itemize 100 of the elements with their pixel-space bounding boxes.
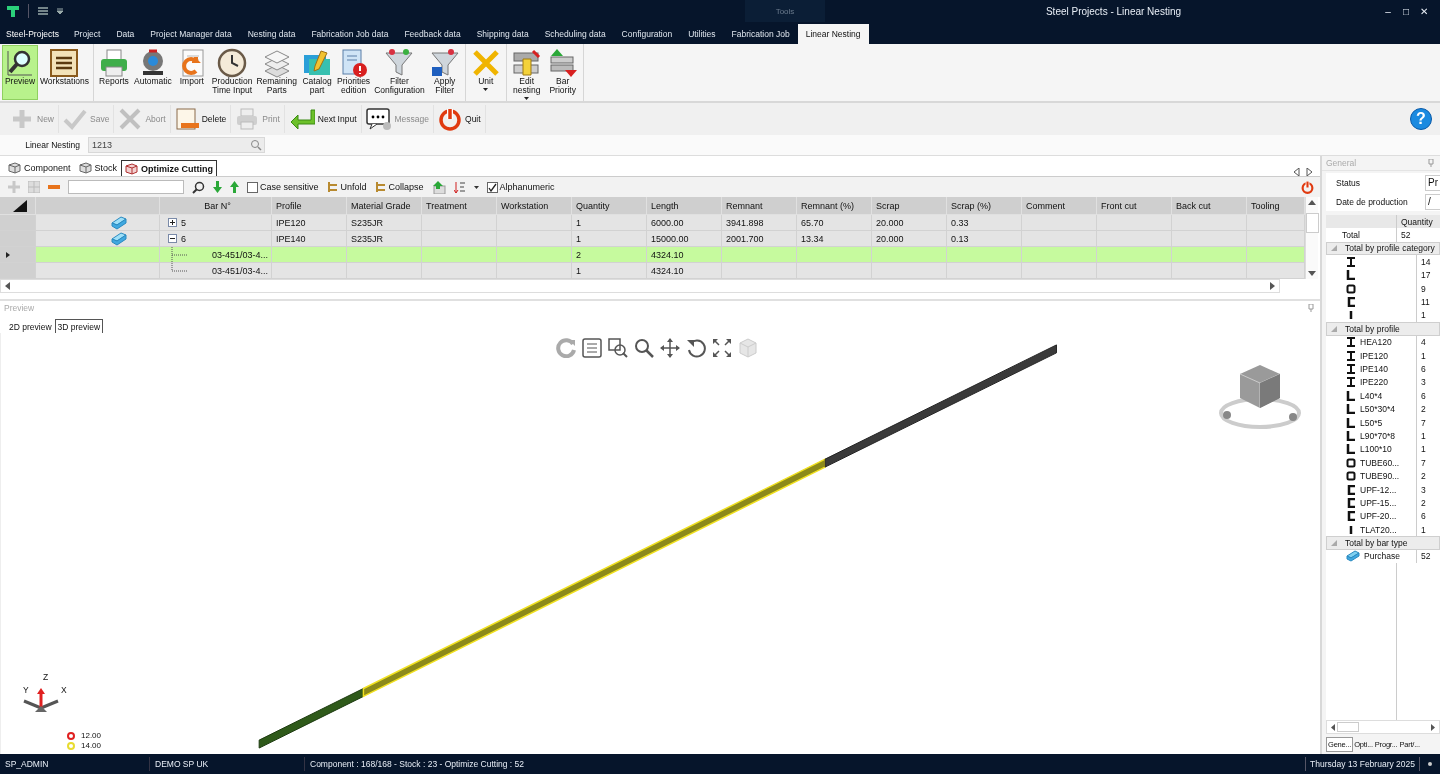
status-field[interactable]: Pr bbox=[1425, 174, 1440, 191]
panel-title: Preview bbox=[4, 303, 35, 313]
pin-icon[interactable] bbox=[1308, 304, 1314, 312]
menu-tab[interactable]: Steel-Projects bbox=[0, 24, 66, 44]
angle-icon bbox=[1346, 390, 1356, 401]
scroll-right-icon[interactable] bbox=[1431, 723, 1435, 731]
menu-tab[interactable]: Linear Nesting bbox=[797, 24, 869, 44]
ribbon-button[interactable]: Import bbox=[173, 45, 210, 100]
linear-nesting-field[interactable]: 1213 bbox=[88, 137, 265, 153]
menu-tab[interactable]: Fabrication Job bbox=[723, 24, 798, 44]
scroll-right-icon[interactable] bbox=[1270, 282, 1275, 290]
table-cell: 4324.10 bbox=[651, 249, 684, 260]
summary-value: 1 bbox=[1420, 524, 1426, 535]
ribbon-button[interactable]: Preview bbox=[2, 45, 38, 100]
expander-icon[interactable] bbox=[168, 218, 177, 227]
ribbon-button[interactable]: Unit bbox=[467, 45, 504, 100]
scroll-right-icon[interactable] bbox=[1306, 168, 1312, 176]
group-header[interactable]: Total by bar type bbox=[1326, 536, 1440, 550]
ribbon-button[interactable]: Reports bbox=[96, 45, 132, 100]
collapse-button[interactable]: Collapse bbox=[374, 181, 424, 193]
ribbon-button[interactable]: Priorities edition bbox=[335, 45, 373, 100]
ribbon-button[interactable]: Filter Configuration bbox=[372, 45, 427, 100]
vertical-scrollbar[interactable] bbox=[1305, 197, 1318, 279]
case-sensitive-checkbox[interactable]: Case sensitive bbox=[247, 181, 319, 193]
ribbon-button[interactable]: Automatic bbox=[132, 45, 174, 100]
caret-icon[interactable] bbox=[473, 185, 479, 189]
menu-tab[interactable]: Project Manager data bbox=[142, 24, 240, 44]
axis-label: Z bbox=[43, 672, 49, 682]
window-control[interactable]: ✕ bbox=[1418, 5, 1430, 17]
tab[interactable]: 2D preview bbox=[6, 319, 55, 333]
export-icon[interactable] bbox=[431, 180, 446, 194]
ribbon-button[interactable]: Workstations bbox=[38, 45, 91, 100]
customize-icon[interactable] bbox=[57, 8, 63, 14]
summary-value: 52 bbox=[1400, 230, 1411, 241]
scroll-up-icon[interactable] bbox=[1308, 200, 1316, 205]
scroll-left-icon[interactable] bbox=[1331, 723, 1335, 731]
tab[interactable]: Component bbox=[4, 160, 75, 176]
alphanumeric-checkbox[interactable]: Alphanumeric bbox=[486, 181, 555, 193]
tab[interactable]: Stock bbox=[74, 160, 122, 176]
window-control[interactable]: □ bbox=[1400, 5, 1412, 17]
search-icon[interactable] bbox=[192, 180, 205, 194]
scroll-thumb[interactable] bbox=[1337, 722, 1359, 732]
unfold-button[interactable]: Unfold bbox=[326, 181, 367, 193]
arrow-up-icon[interactable] bbox=[230, 181, 239, 193]
summary-label: L90*70*8 bbox=[1360, 430, 1395, 441]
legend-value: 12.00 bbox=[81, 731, 102, 740]
scroll-thumb[interactable] bbox=[1305, 213, 1319, 233]
pin-icon[interactable] bbox=[1428, 159, 1434, 167]
ribbon-button[interactable]: Edit nesting bbox=[508, 45, 545, 100]
beam-segment[interactable] bbox=[824, 344, 1057, 468]
summary-label: L50*5 bbox=[1360, 417, 1383, 428]
checkmark-icon bbox=[487, 182, 497, 192]
group-header[interactable]: Total by profile category bbox=[1326, 241, 1440, 256]
ribbon-button[interactable]: Bar Priority bbox=[544, 45, 581, 100]
tab[interactable]: Optimize Cutting bbox=[121, 160, 218, 176]
horizontal-scrollbar[interactable] bbox=[1326, 720, 1440, 734]
menu-tab[interactable]: Shipping data bbox=[468, 24, 537, 44]
sort-icon[interactable] bbox=[453, 180, 466, 194]
menu-tab[interactable]: Fabrication Job data bbox=[303, 24, 397, 44]
ribbon-button[interactable]: Apply Filter bbox=[426, 45, 463, 100]
window-control[interactable]: – bbox=[1382, 5, 1394, 17]
menu-tab[interactable]: Configuration bbox=[613, 24, 681, 44]
menu-tab[interactable]: Scheduling data bbox=[536, 24, 614, 44]
ribbon-button[interactable]: Catalog part bbox=[299, 45, 336, 100]
menu-tab[interactable]: Project bbox=[65, 24, 109, 44]
scroll-left-icon[interactable] bbox=[5, 282, 10, 290]
menu-tab[interactable]: Utilities bbox=[680, 24, 724, 44]
menu-tab[interactable]: Feedback data bbox=[396, 24, 469, 44]
scroll-down-icon[interactable] bbox=[1308, 271, 1316, 276]
toolbar-button[interactable]: Next Input bbox=[284, 105, 362, 133]
ribbon-button[interactable]: Production Time Input bbox=[209, 45, 255, 100]
quick-access-icon[interactable] bbox=[37, 5, 49, 17]
profile-icon bbox=[125, 162, 139, 175]
menu-tab[interactable]: Data bbox=[108, 24, 143, 44]
toolbar-button[interactable]: Delete bbox=[170, 105, 232, 133]
group-header[interactable]: Total by profile bbox=[1326, 322, 1440, 336]
toolbar-button[interactable]: Quit bbox=[434, 105, 486, 133]
printer-icon bbox=[235, 107, 260, 131]
summary-value: 6 bbox=[1420, 390, 1426, 401]
date-field[interactable]: / bbox=[1425, 193, 1440, 210]
expander-icon[interactable] bbox=[168, 234, 177, 243]
ribbon-button[interactable]: Remaining Parts bbox=[254, 45, 300, 100]
menu-tab[interactable]: Nesting data bbox=[239, 24, 304, 44]
app-logo-icon[interactable] bbox=[6, 4, 20, 18]
arrow-down-icon[interactable] bbox=[213, 181, 222, 193]
horizontal-scrollbar[interactable] bbox=[0, 279, 1280, 293]
document-minus-icon bbox=[174, 107, 199, 131]
search-field[interactable] bbox=[68, 180, 184, 194]
beam-segment[interactable] bbox=[258, 687, 364, 749]
table-row[interactable]: 5 IPE120 S235JR 1 6000.00 3941.898 65.70 20.000 0.33 bbox=[0, 215, 1305, 231]
scroll-left-icon[interactable] bbox=[1294, 168, 1300, 176]
select-all-icon[interactable] bbox=[13, 199, 27, 212]
table-row[interactable]: 03-451/03-4... 1 4324.10 bbox=[0, 263, 1305, 279]
help-button[interactable]: ? bbox=[1410, 108, 1432, 130]
summary-label: Total bbox=[1341, 230, 1360, 241]
power-icon[interactable] bbox=[1301, 180, 1314, 194]
table-row[interactable]: 6 IPE140 S235JR 1 15000.00 2001.700 13.34 20.000 0.13 bbox=[0, 231, 1305, 247]
summary-label: L50*30*4 bbox=[1360, 404, 1395, 415]
table-row[interactable]: 03-451/03-4... 2 4324.10 bbox=[0, 247, 1305, 263]
cube-icon bbox=[738, 338, 758, 358]
